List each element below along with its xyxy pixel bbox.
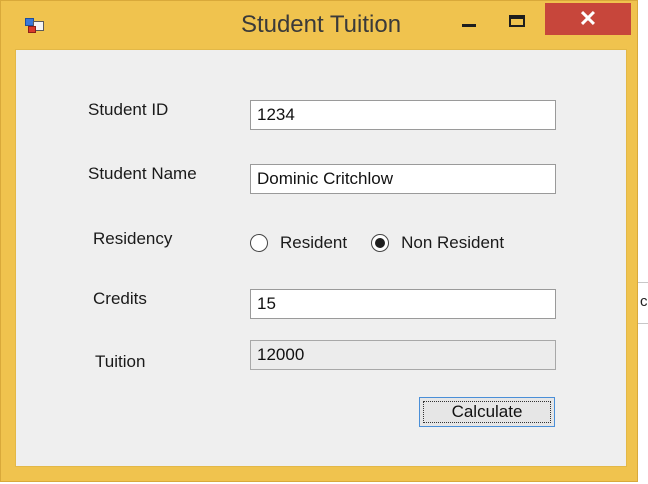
maximize-icon (509, 15, 525, 27)
student-tuition-window: Student Tuition ✕ Student ID Student Nam… (0, 0, 638, 482)
calculate-button[interactable]: Calculate (419, 397, 555, 427)
student-id-label: Student ID (88, 100, 169, 119)
student-name-input[interactable] (250, 164, 556, 194)
maximize-button[interactable] (497, 5, 537, 37)
title-bar[interactable]: Student Tuition ✕ (1, 1, 637, 51)
tuition-label: Tuition (95, 352, 146, 371)
background-window-edge: c (638, 282, 648, 324)
selected-radio-dot (375, 238, 386, 248)
tuition-output (250, 340, 556, 370)
non-resident-radio-label[interactable]: Non Resident (401, 233, 504, 253)
resident-radio-label[interactable]: Resident (280, 233, 347, 253)
close-icon: ✕ (578, 6, 598, 31)
focus-rectangle (423, 401, 551, 423)
minimize-button[interactable] (449, 5, 489, 37)
credits-input[interactable] (250, 289, 556, 319)
resident-radio[interactable]: Resident (250, 233, 347, 253)
resident-radio-circle[interactable] (250, 234, 268, 252)
form-client-area: Student ID Student Name Residency Reside… (15, 49, 627, 467)
credits-label: Credits (93, 289, 147, 308)
student-id-input[interactable] (250, 100, 556, 130)
student-name-label: Student Name (88, 164, 197, 183)
residency-label: Residency (93, 229, 173, 248)
minimize-icon (462, 23, 476, 27)
close-button[interactable]: ✕ (545, 3, 631, 35)
background-partial-text: c (640, 293, 648, 310)
non-resident-radio-circle[interactable] (371, 234, 390, 252)
non-resident-radio[interactable]: Non Resident (371, 233, 504, 253)
residency-radio-group: Resident Non Resident (250, 228, 528, 258)
